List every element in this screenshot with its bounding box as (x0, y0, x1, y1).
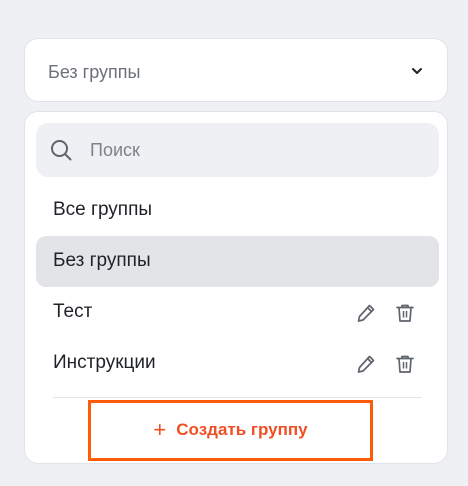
trash-icon[interactable] (394, 353, 416, 375)
group-select-value: Без группы (48, 62, 141, 82)
pencil-icon[interactable] (355, 302, 377, 324)
group-option-label: Инструкции (53, 352, 156, 373)
group-option-label: Все группы (53, 199, 153, 220)
group-option-no-group[interactable]: Без группы (36, 236, 439, 287)
group-option-label: Тест (53, 301, 93, 322)
group-option-all[interactable]: Все группы (36, 185, 439, 236)
create-group-button[interactable]: + Создать группу (88, 400, 373, 461)
group-option-test[interactable]: Тест (36, 287, 439, 338)
group-option-instructions[interactable]: Инструкции (36, 338, 439, 389)
search-field[interactable] (36, 123, 439, 177)
group-option-label: Без группы (53, 250, 151, 271)
search-icon (51, 140, 72, 161)
group-dropdown: Все группы Без группы Тест Инструкции (24, 111, 448, 464)
group-select[interactable]: Без группы (24, 38, 448, 102)
pencil-icon[interactable] (355, 353, 377, 375)
create-group-content: + Создать группу (91, 417, 370, 442)
trash-icon[interactable] (394, 302, 416, 324)
divider (53, 397, 422, 398)
search-input[interactable] (90, 139, 420, 161)
plus-icon: + (153, 417, 167, 442)
create-group-label: Создать группу (176, 420, 308, 439)
chevron-down-icon[interactable] (409, 63, 425, 79)
